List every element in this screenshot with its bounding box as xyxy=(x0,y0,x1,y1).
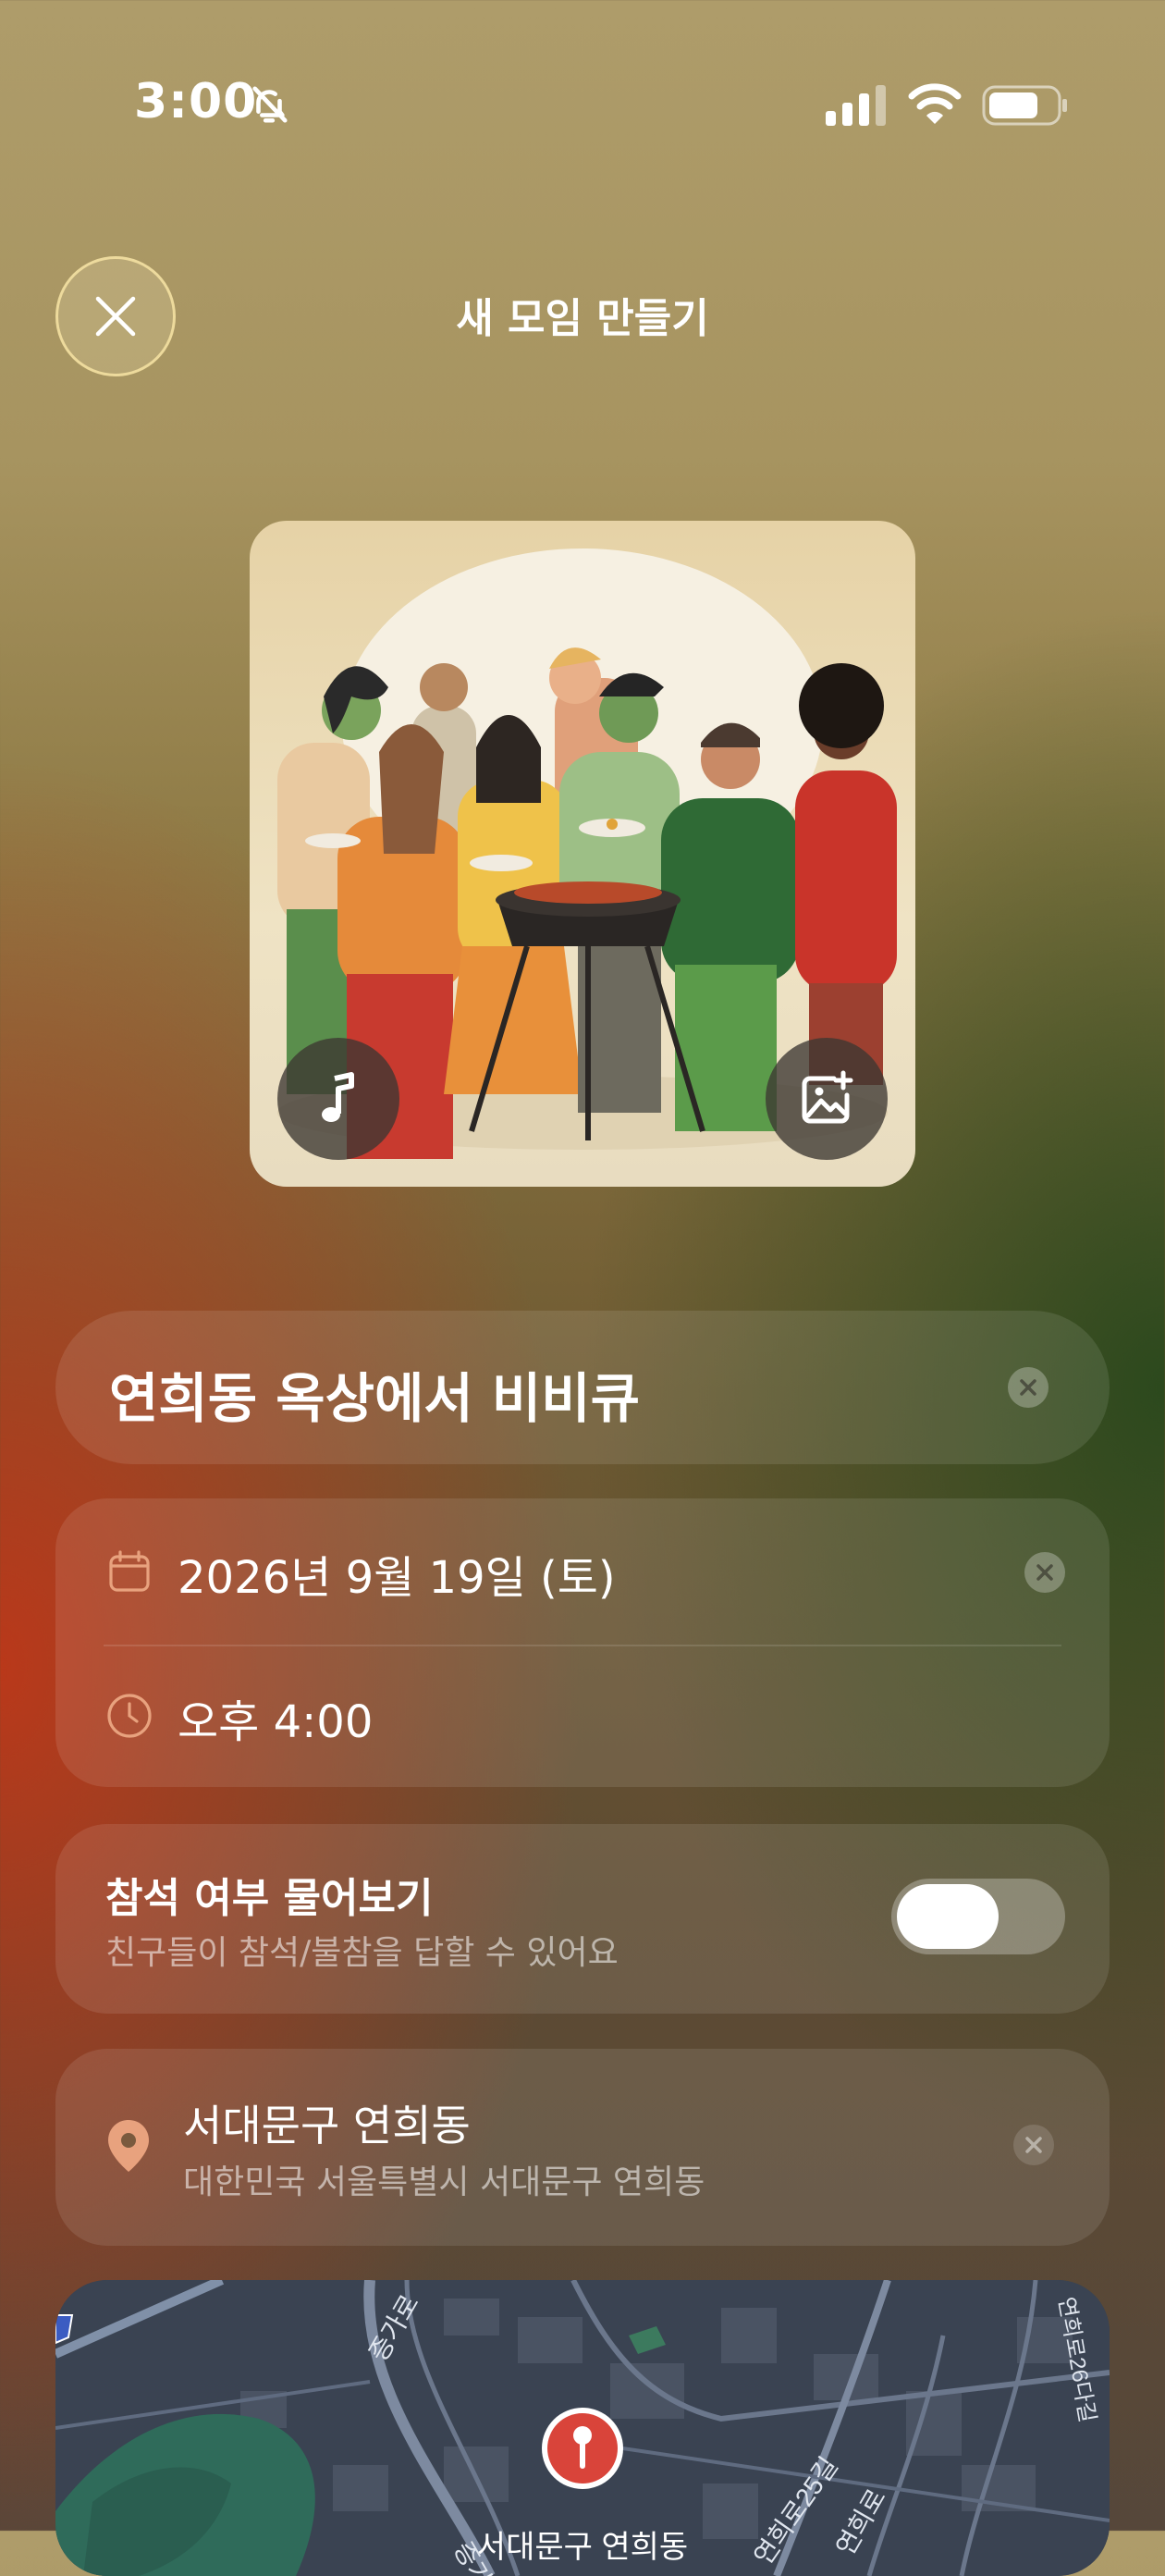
map-marker-label: 서대문구 연희동 xyxy=(477,2530,688,2565)
rsvp-subtitle: 친구들이 참석/불참을 답할 수 있어요 xyxy=(105,1926,619,1974)
event-title-input[interactable]: 연희동 옥상에서 비비큐 xyxy=(109,1355,640,1433)
toggle-knob xyxy=(897,1884,999,1949)
change-image-button[interactable] xyxy=(766,1038,888,1160)
image-add-icon xyxy=(797,1069,856,1128)
status-time: 3:00 xyxy=(134,74,257,129)
clear-title-icon[interactable] xyxy=(1008,1367,1048,1408)
rsvp-toggle[interactable] xyxy=(891,1879,1065,1954)
location-pin-icon xyxy=(105,2118,152,2174)
page-title: 새 모임 만들기 xyxy=(0,285,1165,344)
music-note-icon xyxy=(314,1071,362,1127)
map-preview[interactable]: 증가로 증가로 연희로25길 연희로 연희로26다길 서대문구 연희동 xyxy=(55,2280,1110,2576)
date-value[interactable]: 2026년 9월 19일 (토) xyxy=(178,1541,616,1606)
clear-location-icon[interactable] xyxy=(1013,2125,1054,2165)
clear-date-icon[interactable] xyxy=(1024,1552,1065,1593)
battery-icon xyxy=(982,85,1069,126)
location-name: 서대문구 연희동 xyxy=(183,2092,471,2153)
rsvp-title: 참석 여부 물어보기 xyxy=(105,1865,433,1924)
divider xyxy=(104,1645,1061,1646)
signal-icon xyxy=(826,85,887,126)
calendar-icon xyxy=(107,1549,152,1594)
clock-icon xyxy=(105,1692,153,1740)
time-value[interactable]: 오후 4:00 xyxy=(178,1685,373,1750)
location-address: 대한민국 서울특별시 서대문구 연희동 xyxy=(183,2155,705,2203)
map-graphic: 증가로 증가로 연희로25길 연희로 연희로26다길 서대문구 연희동 xyxy=(55,2280,1110,2576)
music-button[interactable] xyxy=(277,1038,399,1160)
wifi-icon xyxy=(908,81,962,126)
bell-slash-icon xyxy=(248,83,290,126)
